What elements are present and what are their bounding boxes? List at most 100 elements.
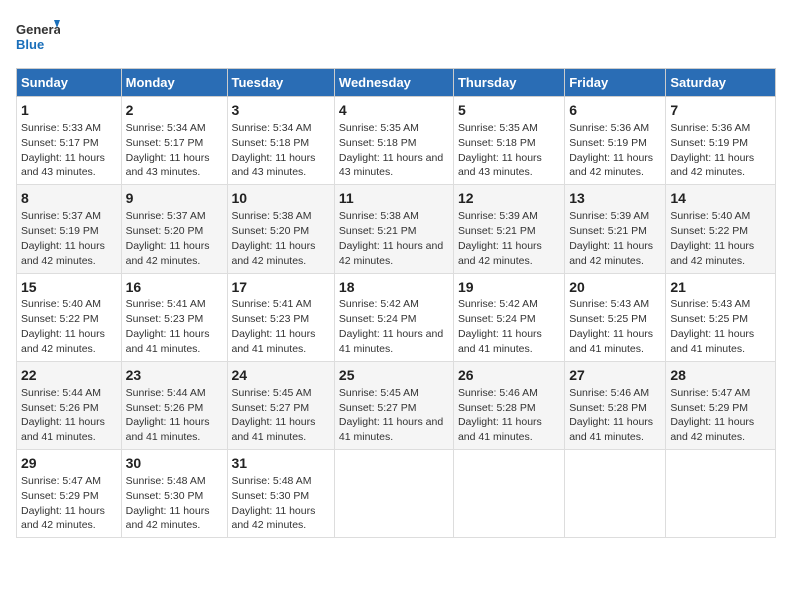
day-number: 5 <box>458 101 560 120</box>
daylight-label: Daylight: 11 hours and 42 minutes. <box>21 240 105 267</box>
daylight-label: Daylight: 11 hours and 41 minutes. <box>126 328 210 355</box>
daylight-label: Daylight: 11 hours and 41 minutes. <box>670 328 754 355</box>
day-number: 2 <box>126 101 223 120</box>
sunrise-info: Sunrise: 5:39 AM <box>569 210 649 222</box>
day-cell: 13 Sunrise: 5:39 AM Sunset: 5:21 PM Dayligh… <box>565 185 666 273</box>
week-row: 1Sunrise: 5:33 AMSunset: 5:17 PMDaylight… <box>17 97 776 185</box>
col-header-sunday: Sunday <box>17 69 122 97</box>
sunset-info: Sunset: 5:18 PM <box>458 137 536 149</box>
header: General Blue <box>16 16 776 56</box>
daylight-label: Daylight: 11 hours and 42 minutes. <box>670 416 754 443</box>
header-row: SundayMondayTuesdayWednesdayThursdayFrid… <box>17 69 776 97</box>
col-header-saturday: Saturday <box>666 69 776 97</box>
sunrise-info: Sunrise: 5:42 AM <box>339 298 419 310</box>
day-number: 23 <box>126 366 223 385</box>
daylight-label: Daylight: 11 hours and 42 minutes. <box>126 505 210 532</box>
day-number: 30 <box>126 454 223 473</box>
day-cell: 14Sunrise: 5:40 AMSunset: 5:22 PMDayligh… <box>666 185 776 273</box>
sunset-info: Sunset: 5:28 PM <box>569 402 647 414</box>
daylight-label: Daylight: 11 hours and 41 minutes. <box>232 328 316 355</box>
sunset-info: Sunset: 5:25 PM <box>670 313 748 325</box>
logo: General Blue <box>16 16 60 56</box>
sunrise-info: Sunrise: 5:48 AM <box>232 475 312 487</box>
sunrise-info: Sunrise: 5:44 AM <box>126 387 206 399</box>
sunset-info: Sunset: 5:20 PM <box>126 225 204 237</box>
sunrise-info: Sunrise: 5:48 AM <box>126 475 206 487</box>
sunset-info: Sunset: 5:24 PM <box>458 313 536 325</box>
sunset-info: Sunset: 5:23 PM <box>126 313 204 325</box>
day-number: 6 <box>569 101 661 120</box>
sunrise-info: Sunrise: 5:34 AM <box>126 122 206 134</box>
day-number: 7 <box>670 101 771 120</box>
day-number: 19 <box>458 278 560 297</box>
daylight-label: Daylight: 11 hours and 42 minutes. <box>339 240 443 267</box>
day-cell: 18Sunrise: 5:42 AMSunset: 5:24 PMDayligh… <box>334 273 453 361</box>
daylight-label: Daylight: 11 hours and 42 minutes. <box>569 240 653 267</box>
sunset-info: Sunset: 5:30 PM <box>126 490 204 502</box>
week-row: 29Sunrise: 5:47 AMSunset: 5:29 PMDayligh… <box>17 450 776 538</box>
daylight-label: Daylight: 11 hours and 42 minutes. <box>21 505 105 532</box>
day-number: 17 <box>232 278 330 297</box>
daylight-label: Daylight: 11 hours and 42 minutes. <box>21 328 105 355</box>
day-cell: 11 Sunrise: 5:38 AM Sunset: 5:21 PM Dayligh… <box>334 185 453 273</box>
daylight-label: Daylight: 11 hours and 41 minutes. <box>339 328 443 355</box>
sunset-info: Sunset: 5:22 PM <box>21 313 99 325</box>
sunrise-info: Sunrise: 5:35 AM <box>458 122 538 134</box>
sunrise-info: Sunrise: 5:38 AM <box>339 210 419 222</box>
sunset-info: Sunset: 5:27 PM <box>232 402 310 414</box>
day-number: 1 <box>21 101 117 120</box>
svg-text:Blue: Blue <box>16 37 44 52</box>
day-cell: 28Sunrise: 5:47 AMSunset: 5:29 PMDayligh… <box>666 361 776 449</box>
sunrise-info: Sunrise: 5:36 AM <box>569 122 649 134</box>
sunset-info: Sunset: 5:21 PM <box>569 225 647 237</box>
day-cell: 12Sunrise: 5:39 AMSunset: 5:21 PMDayligh… <box>453 185 564 273</box>
daylight-label: Daylight: 11 hours and 41 minutes. <box>232 416 316 443</box>
daylight-label: Daylight: 11 hours and 41 minutes. <box>21 416 105 443</box>
day-number: 13 <box>569 189 661 208</box>
daylight-label: Daylight: 11 hours and 41 minutes. <box>339 416 443 443</box>
col-header-wednesday: Wednesday <box>334 69 453 97</box>
sunrise-info: Sunrise: 5:41 AM <box>126 298 206 310</box>
day-cell: 5Sunrise: 5:35 AMSunset: 5:18 PMDaylight… <box>453 97 564 185</box>
daylight-label: Daylight: 11 hours and 42 minutes. <box>569 152 653 179</box>
svg-text:General: General <box>16 22 60 37</box>
daylight-label: Daylight: 11 hours and 42 minutes. <box>232 505 316 532</box>
day-number: 22 <box>21 366 117 385</box>
sunset-info: Sunset: 5:26 PM <box>126 402 204 414</box>
sunrise-info: Sunrise: 5:40 AM <box>21 298 101 310</box>
day-cell: 6Sunrise: 5:36 AMSunset: 5:19 PMDaylight… <box>565 97 666 185</box>
day-number: 12 <box>458 189 560 208</box>
sunset-info: Sunset: 5:23 PM <box>232 313 310 325</box>
sunset-info: Sunset: 5:20 PM <box>232 225 310 237</box>
day-number: 16 <box>126 278 223 297</box>
sunrise-info: Sunrise: 5:37 AM <box>21 210 101 222</box>
day-cell: 3Sunrise: 5:34 AMSunset: 5:18 PMDaylight… <box>227 97 334 185</box>
daylight-label: Daylight: 11 hours and 41 minutes. <box>458 328 542 355</box>
sunrise-info: Sunrise: 5:37 AM <box>126 210 206 222</box>
day-number: 20 <box>569 278 661 297</box>
sunrise-info: Sunrise: 5:36 AM <box>670 122 750 134</box>
sunset-info: Sunset: 5:22 PM <box>670 225 748 237</box>
day-cell <box>666 450 776 538</box>
day-cell: 20Sunrise: 5:43 AMSunset: 5:25 PMDayligh… <box>565 273 666 361</box>
day-cell: 24Sunrise: 5:45 AMSunset: 5:27 PMDayligh… <box>227 361 334 449</box>
day-number: 15 <box>21 278 117 297</box>
daylight-label: Daylight: 11 hours and 42 minutes. <box>670 240 754 267</box>
daylight-label: Daylight: 11 hours and 43 minutes. <box>339 152 443 179</box>
logo-svg: General Blue <box>16 16 60 56</box>
daylight-label: Daylight: 11 hours and 43 minutes. <box>21 152 105 179</box>
day-number: 31 <box>232 454 330 473</box>
sunrise-info: Sunrise: 5:47 AM <box>670 387 750 399</box>
day-number: 21 <box>670 278 771 297</box>
col-header-monday: Monday <box>121 69 227 97</box>
sunrise-info: Sunrise: 5:43 AM <box>670 298 750 310</box>
day-cell: 7Sunrise: 5:36 AMSunset: 5:19 PMDaylight… <box>666 97 776 185</box>
sunset-info: Sunset: 5:21 PM <box>339 225 417 237</box>
day-cell: 27Sunrise: 5:46 AMSunset: 5:28 PMDayligh… <box>565 361 666 449</box>
day-number: 11 <box>339 189 449 208</box>
sunrise-info: Sunrise: 5:35 AM <box>339 122 419 134</box>
col-header-thursday: Thursday <box>453 69 564 97</box>
day-number: 26 <box>458 366 560 385</box>
sunset-info: Sunset: 5:19 PM <box>21 225 99 237</box>
day-number: 29 <box>21 454 117 473</box>
